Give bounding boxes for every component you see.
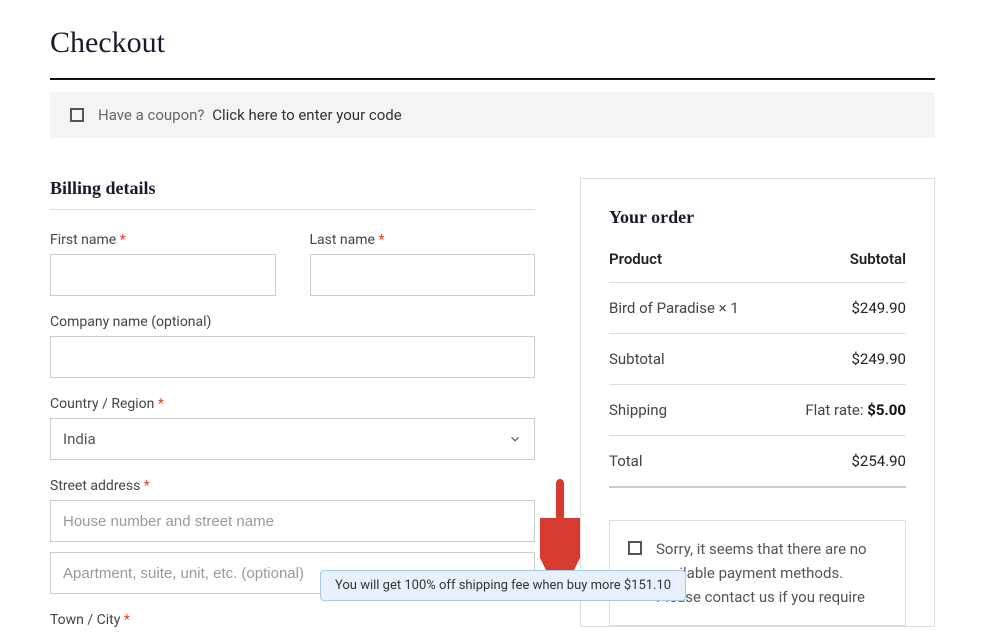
- order-item-price: $249.90: [851, 299, 906, 317]
- col-subtotal: Subtotal: [850, 250, 906, 268]
- total-label: Total: [609, 452, 643, 470]
- street-label: Street address *: [50, 478, 535, 494]
- shipping-value: Flat rate: $5.00: [805, 401, 906, 419]
- subtotal-value: $249.90: [851, 350, 906, 368]
- country-label: Country / Region *: [50, 396, 535, 412]
- country-select[interactable]: India: [50, 418, 535, 460]
- order-heading: Your order: [609, 207, 906, 228]
- billing-heading: Billing details: [50, 178, 535, 199]
- col-product: Product: [609, 250, 662, 268]
- total-value: $254.90: [851, 452, 906, 470]
- order-summary: Your order Product Subtotal Bird of Para…: [580, 178, 935, 627]
- coupon-link[interactable]: Click here to enter your code: [212, 106, 401, 124]
- last-name-input[interactable]: [310, 254, 536, 296]
- company-label: Company name (optional): [50, 314, 535, 330]
- shipping-promo-tooltip: You will get 100% off shipping fee when …: [320, 570, 686, 601]
- divider: [50, 78, 935, 80]
- street-address-1-input[interactable]: [50, 500, 535, 542]
- last-name-label: Last name *: [310, 232, 536, 248]
- coupon-notice[interactable]: Have a coupon? Click here to enter your …: [50, 92, 935, 138]
- billing-section: Billing details First name * Last name *: [50, 178, 535, 634]
- chevron-down-icon: [508, 432, 522, 446]
- company-input[interactable]: [50, 336, 535, 378]
- payment-message: Sorry, it seems that there are no availa…: [656, 537, 887, 609]
- town-label: Town / City *: [50, 612, 535, 628]
- shipping-label: Shipping: [609, 401, 667, 419]
- first-name-input[interactable]: [50, 254, 276, 296]
- info-icon: [628, 541, 642, 555]
- coupon-prompt: Have a coupon?: [98, 106, 205, 124]
- country-value: India: [63, 430, 96, 448]
- order-item-name: Bird of Paradise × 1: [609, 299, 739, 317]
- subtotal-label: Subtotal: [609, 350, 665, 368]
- page-title: Checkout: [50, 26, 935, 60]
- first-name-label: First name *: [50, 232, 276, 248]
- coupon-icon: [70, 108, 84, 122]
